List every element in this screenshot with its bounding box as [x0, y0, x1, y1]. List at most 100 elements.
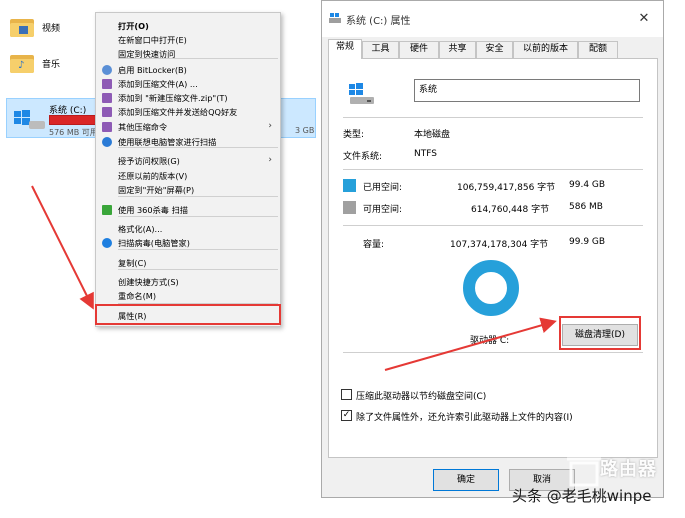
folder-label: 视频 — [42, 23, 61, 34]
free-space-bytes: 614,760,448 字节 — [471, 205, 550, 215]
submenu-arrow-icon: › — [268, 155, 272, 165]
disk-cleanup-highlight — [559, 316, 641, 350]
lenovo-scan-icon — [102, 137, 112, 147]
used-space-swatch — [343, 179, 356, 192]
folder-label: 音乐 — [42, 59, 61, 70]
tab-hardware[interactable]: 硬件 — [399, 41, 439, 58]
dialog-title: 系统 (C:) 属性 — [346, 16, 411, 27]
tab-tools[interactable]: 工具 — [362, 41, 399, 58]
context-menu-item-label: 重命名(M) — [118, 291, 157, 301]
capacity-bytes: 107,374,178,304 字节 — [450, 240, 549, 250]
properties-item-highlight — [95, 304, 281, 325]
filesystem-label: 文件系统: — [343, 152, 383, 162]
tab-security[interactable]: 安全 — [476, 41, 513, 58]
context-menu-item-label: 使用 360杀毒 扫描 — [118, 205, 188, 215]
watermark-caption: 头条 @老毛桃winpe — [512, 487, 652, 505]
archive-icon — [102, 93, 112, 103]
close-icon[interactable]: ✕ — [632, 9, 656, 29]
properties-dialog: 系统 (C:) 属性 ✕ 常规 工具 硬件 共享 安全 以前的版本 配额 系统 … — [321, 0, 664, 498]
drive-name-input[interactable]: 系统 — [414, 79, 640, 102]
tab-general[interactable]: 常规 — [328, 39, 362, 59]
context-menu-item-label: 添加到压缩文件(A) ... — [118, 79, 198, 89]
dialog-titlebar: 系统 (C:) 属性 ✕ — [322, 1, 663, 37]
video-folder-icon — [10, 16, 34, 38]
used-space-bytes: 106,759,417,856 字节 — [457, 183, 556, 193]
menu-separator — [118, 58, 278, 59]
drive-title-icon — [329, 13, 341, 23]
index-checkbox-label: 除了文件属性外，还允许索引此驱动器上文件的内容(I) — [356, 413, 573, 423]
context-menu-item[interactable]: 创建快捷方式(S) — [96, 275, 280, 289]
index-checkbox[interactable]: ✓ — [341, 410, 352, 421]
menu-separator — [118, 147, 278, 148]
context-menu-item[interactable]: 扫描病毒(电脑管家) — [96, 236, 280, 250]
capacity-size: 99.9 GB — [569, 237, 606, 247]
tab-sharing[interactable]: 共享 — [439, 41, 476, 58]
compress-checkbox[interactable] — [341, 389, 352, 400]
disk-usage-donut — [463, 260, 519, 316]
context-menu-item[interactable]: 添加到 "新建压缩文件.zip"(T) — [96, 91, 280, 105]
type-label: 类型: — [343, 130, 365, 140]
capacity-label: 容量: — [363, 240, 385, 250]
360-antivirus-icon — [102, 205, 112, 215]
context-menu-item-label: 其他压缩命令 — [118, 122, 168, 132]
context-menu-item-label: 格式化(A)... — [118, 224, 163, 234]
folder-video[interactable]: 视频 — [10, 16, 60, 38]
general-tab-panel: 系统 类型: 本地磁盘 文件系统: NTFS 已用空间: 106,759,417… — [328, 58, 658, 458]
drive-size-tail: 3 GB — [295, 126, 315, 135]
tencent-shield-icon — [102, 238, 112, 248]
compress-checkbox-label: 压缩此驱动器以节约磁盘空间(C) — [356, 392, 487, 402]
context-menu-item[interactable]: 在新窗口中打开(E) — [96, 33, 280, 47]
archive-icon — [102, 79, 112, 89]
divider — [343, 169, 643, 170]
context-menu-item[interactable]: 还原以前的版本(V) — [96, 169, 280, 183]
bitlocker-shield-icon — [102, 65, 112, 75]
context-menu-item[interactable]: 复制(C) — [96, 256, 280, 270]
menu-separator — [118, 216, 278, 217]
context-menu-item[interactable]: 使用 360杀毒 扫描 — [96, 203, 280, 217]
used-space-size: 99.4 GB — [569, 180, 606, 190]
context-menu-item[interactable]: 添加到压缩文件并发送给QQ好友 — [96, 105, 280, 119]
free-space-swatch — [343, 201, 356, 214]
disk-icon — [29, 121, 45, 129]
context-menu-item-label: 添加到压缩文件并发送给QQ好友 — [118, 107, 238, 117]
tab-quota[interactable]: 配额 — [578, 41, 618, 58]
context-menu-item-label: 添加到 "新建压缩文件.zip"(T) — [118, 93, 228, 103]
free-space-size: 586 MB — [569, 202, 603, 212]
drive-letter-label: 驱动器 C: — [470, 336, 510, 346]
context-menu-item-label: 打开(O) — [118, 21, 149, 31]
context-menu-item-label: 在新窗口中打开(E) — [118, 35, 187, 45]
context-menu-item-label: 复制(C) — [118, 258, 147, 268]
context-menu-item-label: 创建快捷方式(S) — [118, 277, 179, 287]
free-space-label: 可用空间: — [363, 205, 403, 215]
music-folder-icon: ♪ — [10, 52, 34, 74]
archive-icon — [102, 107, 112, 117]
context-menu-item-label: 授予访问权限(G) — [118, 156, 180, 166]
context-menu-item[interactable]: 重命名(M) — [96, 289, 280, 303]
type-value: 本地磁盘 — [414, 130, 451, 140]
context-menu-item[interactable]: 格式化(A)... — [96, 222, 280, 236]
submenu-arrow-icon: › — [268, 121, 272, 131]
divider — [343, 117, 643, 118]
context-menu: 打开(O) 在新窗口中打开(E) 固定到快速访问 启用 BitLocker(B) 添加到… — [95, 12, 281, 327]
watermark-brand: 路由器 — [600, 459, 657, 480]
tab-previous-versions[interactable]: 以前的版本 — [513, 41, 578, 58]
context-menu-item-label: 启用 BitLocker(B) — [118, 65, 187, 75]
menu-separator — [118, 269, 278, 270]
context-menu-item[interactable]: 其他压缩命令 › — [96, 120, 280, 134]
context-menu-item-label: 还原以前的版本(V) — [118, 171, 188, 181]
drive-large-icon — [349, 83, 374, 104]
divider — [343, 225, 643, 226]
context-menu-item[interactable]: 添加到压缩文件(A) ... — [96, 77, 280, 91]
context-menu-item-label: 固定到"开始"屏幕(P) — [118, 185, 195, 195]
archive-icon — [102, 122, 112, 132]
menu-separator — [118, 249, 278, 250]
context-menu-item[interactable]: 启用 BitLocker(B) — [96, 63, 280, 77]
context-menu-item[interactable]: 固定到"开始"屏幕(P) — [96, 183, 280, 197]
folder-music[interactable]: ♪ 音乐 — [10, 52, 60, 74]
filesystem-value: NTFS — [414, 149, 437, 159]
divider — [343, 352, 643, 353]
used-space-label: 已用空间: — [363, 183, 403, 193]
context-menu-item[interactable]: 授予访问权限(G) › — [96, 154, 280, 168]
ok-button[interactable]: 确定 — [433, 469, 499, 491]
context-menu-item[interactable]: 打开(O) — [96, 19, 280, 33]
